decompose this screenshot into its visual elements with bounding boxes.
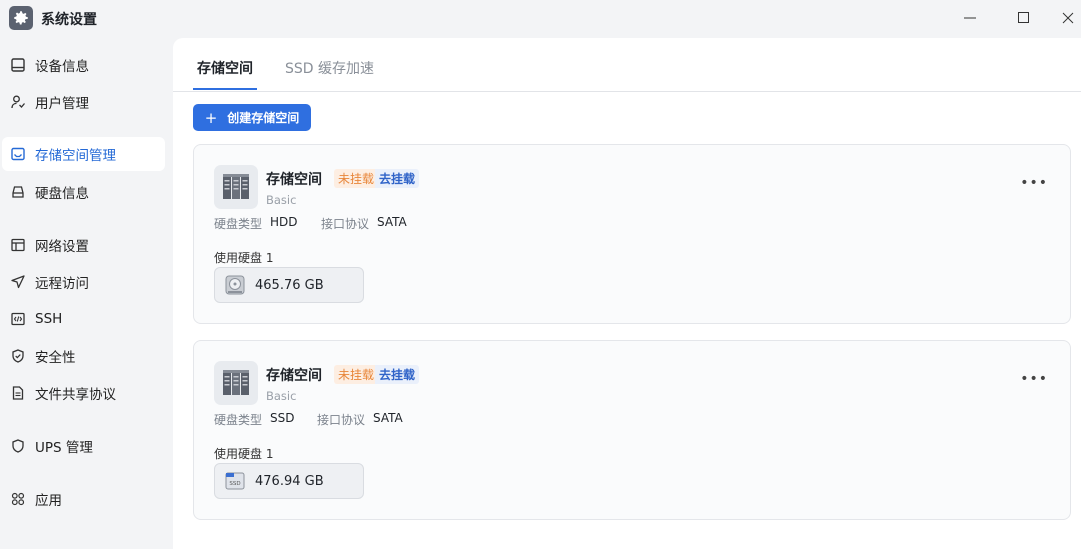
sidebar-item-label: 存储空间管理 (35, 148, 116, 164)
sidebar-item-label: UPS 管理 (35, 440, 93, 456)
tab-storage-space[interactable]: 存储空间 (197, 58, 253, 78)
maximize-icon (1018, 12, 1029, 23)
sidebar-item-label: 远程访问 (35, 276, 89, 292)
network-icon (10, 237, 26, 253)
gear-icon (9, 6, 33, 30)
mount-link[interactable]: 去挂载 (375, 365, 420, 384)
code-icon (10, 311, 26, 327)
sidebar-item-device-info[interactable]: 设备信息 (2, 48, 165, 82)
minimize-button[interactable] (950, 5, 990, 31)
active-tab-indicator (193, 88, 257, 90)
sidebar-item-network[interactable]: 网络设置 (2, 228, 165, 262)
storage-icon (10, 146, 26, 162)
storage-type: Basic (266, 193, 297, 207)
disk-type-label: 硬盘类型 (214, 217, 263, 231)
window-title: 系统设置 (41, 12, 97, 28)
interface-label: 接口协议 (317, 413, 366, 427)
user-icon (10, 94, 26, 110)
shield-icon (10, 348, 26, 364)
sidebar-item-label: 应用 (35, 493, 62, 509)
storage-type: Basic (266, 389, 297, 403)
disk-type-label: 硬盘类型 (214, 413, 263, 427)
storage-name: 存储空间 (266, 368, 322, 384)
sidebar-item-label: 网络设置 (35, 239, 89, 255)
disk-type-value: HDD (270, 215, 298, 229)
monitor-icon (10, 57, 26, 73)
tab-ssd-cache[interactable]: SSD 缓存加速 (285, 58, 374, 78)
disk-used-label: 使用硬盘 1 (214, 251, 274, 265)
storage-card: 存储空间 未挂载 去挂载 Basic 硬盘类型 SSD 接口协议 SATA ••… (193, 340, 1071, 520)
document-icon (10, 385, 26, 401)
storage-card: 存储空间 未挂载 去挂载 Basic 硬盘类型 HDD 接口协议 SATA ••… (193, 144, 1071, 324)
sidebar-item-label: 硬盘信息 (35, 186, 89, 202)
sidebar-item-label: 设备信息 (35, 59, 89, 75)
sidebar-item-remote-access[interactable]: 远程访问 (2, 265, 165, 299)
sidebar-item-apps[interactable]: 应用 (2, 482, 165, 516)
ups-icon (10, 438, 26, 454)
disk-chip[interactable]: SSD 476.94 GB (214, 463, 364, 499)
sidebar-item-disk-info[interactable]: 硬盘信息 (2, 175, 165, 209)
create-storage-label: 创建存储空间 (227, 111, 300, 125)
plus-icon: + (204, 108, 218, 127)
apps-icon (10, 491, 26, 507)
send-icon (10, 274, 26, 290)
maximize-button[interactable] (1004, 5, 1044, 31)
sidebar-item-label: SSH (35, 311, 63, 327)
server-rack-icon (214, 165, 258, 209)
harddisk-icon (10, 184, 26, 200)
sidebar-item-ssh[interactable]: SSH (2, 302, 165, 336)
minimize-icon (964, 17, 976, 19)
sidebar: 设备信息 用户管理 存储空间管理 硬盘信息 网络设置 远程访问 SSH 安全性 … (0, 38, 173, 549)
disk-used-label: 使用硬盘 1 (214, 447, 274, 461)
status-badge: 未挂载 (334, 169, 379, 188)
hdd-drive-icon (225, 275, 245, 295)
ssd-drive-icon: SSD (225, 472, 245, 490)
title-bar: 系统设置 (0, 0, 1081, 38)
sidebar-item-storage-management[interactable]: 存储空间管理 (2, 137, 165, 171)
close-button[interactable] (1048, 5, 1081, 31)
more-options-icon[interactable]: ••• (1020, 371, 1048, 387)
disk-size: 465.76 GB (255, 277, 324, 293)
sidebar-item-ups[interactable]: UPS 管理 (2, 429, 165, 463)
interface-value: SATA (377, 215, 407, 229)
server-rack-icon (214, 361, 258, 405)
ssd-icon-text: SSD (229, 481, 240, 487)
disk-size: 476.94 GB (255, 473, 324, 489)
interface-value: SATA (373, 411, 403, 425)
sidebar-item-security[interactable]: 安全性 (2, 339, 165, 373)
mount-link[interactable]: 去挂载 (375, 169, 420, 188)
disk-chip[interactable]: 465.76 GB (214, 267, 364, 303)
sidebar-item-user-management[interactable]: 用户管理 (2, 85, 165, 119)
storage-name: 存储空间 (266, 172, 322, 188)
tab-bar: 存储空间 SSD 缓存加速 (173, 38, 1081, 92)
more-options-icon[interactable]: ••• (1020, 175, 1048, 191)
status-badge: 未挂载 (334, 365, 379, 384)
sidebar-item-label: 用户管理 (35, 96, 89, 112)
sidebar-item-file-sharing[interactable]: 文件共享协议 (2, 376, 165, 410)
sidebar-item-label: 文件共享协议 (35, 387, 116, 403)
interface-label: 接口协议 (321, 217, 370, 231)
close-icon (1062, 12, 1074, 24)
main-panel: 存储空间 SSD 缓存加速 + 创建存储空间 存储空间 未挂载 去挂载 Basi… (173, 38, 1081, 549)
disk-type-value: SSD (270, 411, 295, 425)
sidebar-item-label: 安全性 (35, 350, 76, 366)
create-storage-button[interactable]: + 创建存储空间 (193, 104, 311, 131)
